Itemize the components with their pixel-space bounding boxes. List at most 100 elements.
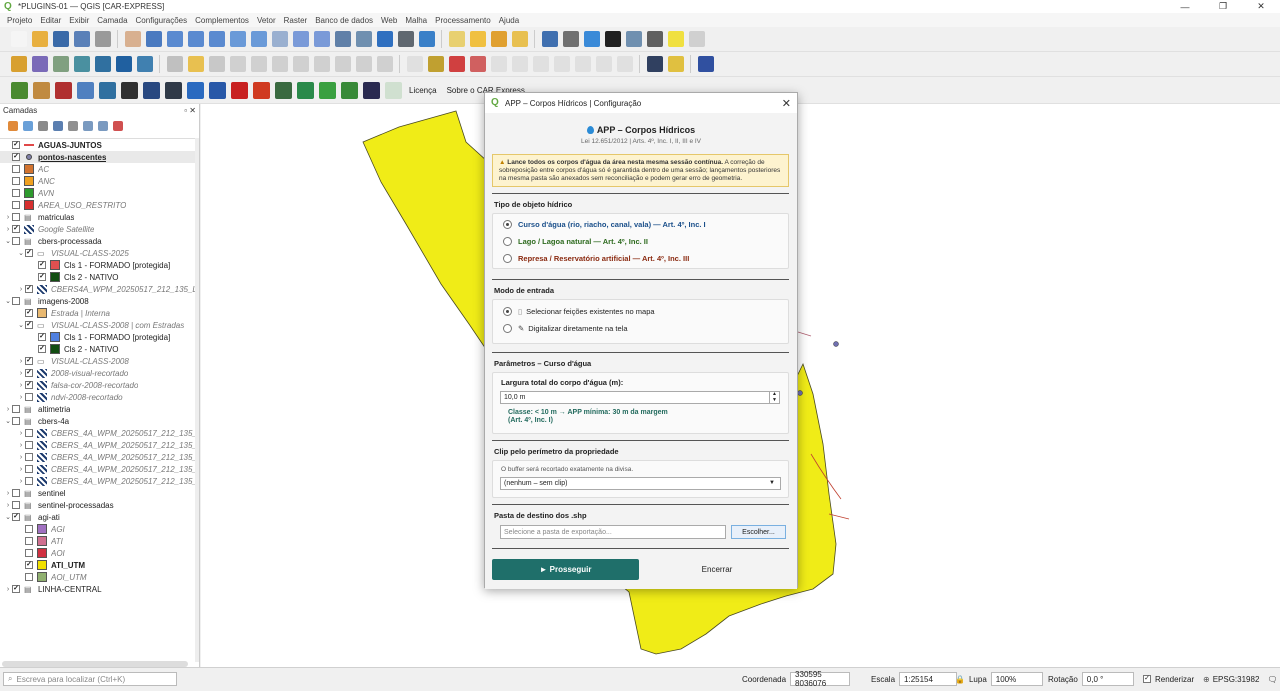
layer-visibility-checkbox[interactable]: [25, 477, 33, 485]
zoom-full-icon[interactable]: [208, 31, 225, 47]
python-icon[interactable]: [667, 56, 684, 72]
layer-row[interactable]: ✓ Cls 2 - NATIVO: [0, 343, 197, 355]
layer-visibility-checkbox[interactable]: [12, 237, 20, 245]
export-folder-input[interactable]: Selecione a pasta de exportação...: [500, 525, 726, 539]
layer-visibility-checkbox[interactable]: ✓: [38, 261, 46, 269]
expand-chevron-icon[interactable]: ⌄: [4, 297, 12, 305]
layer-row[interactable]: › CBERS_4A_WPM_20250517_212_135_L4: [0, 451, 197, 463]
licenca-button[interactable]: Licença: [409, 86, 437, 95]
expand-chevron-icon[interactable]: ›: [17, 430, 25, 437]
zoom-native-icon[interactable]: [271, 31, 288, 47]
radio-selecionar-feicoes[interactable]: ▯ Selecionar feições existentes no mapa: [493, 303, 788, 320]
expand-chevron-icon[interactable]: ›: [17, 370, 25, 377]
layer-visibility-checkbox[interactable]: ✓: [25, 321, 33, 329]
layer-row[interactable]: ANC: [0, 175, 197, 187]
layer-row[interactable]: › ▤ altimetria: [0, 403, 197, 415]
radio-lago-lagoa[interactable]: Lago / Lagoa natural — Art. 4º, Inc. II: [493, 233, 788, 250]
layer-row[interactable]: ✓ AGUAS-JUNTOS: [0, 139, 197, 151]
layer-row[interactable]: AC: [0, 163, 197, 175]
minimize-button[interactable]: —: [1166, 0, 1204, 13]
menu-vetor[interactable]: Vetor: [257, 16, 276, 25]
menu-malha[interactable]: Malha: [405, 16, 427, 25]
deselect-icon[interactable]: [490, 31, 507, 47]
layer-row[interactable]: › ✓ ▭ VISUAL-CLASS-2008: [0, 355, 197, 367]
attribute-table-icon[interactable]: [625, 31, 642, 47]
encerrar-button[interactable]: Encerrar: [661, 559, 773, 580]
zoom-selection-icon[interactable]: [229, 31, 246, 47]
layer-visibility-checkbox[interactable]: [25, 525, 33, 533]
menu-projeto[interactable]: Projeto: [7, 16, 32, 25]
radio-button-selected[interactable]: [503, 220, 512, 229]
select-value-icon[interactable]: [511, 31, 528, 47]
save-edits-icon[interactable]: [208, 56, 225, 72]
open-layout-icon[interactable]: [94, 31, 111, 47]
layer-3-icon[interactable]: [136, 56, 153, 72]
radio-curso-dagua[interactable]: Curso d'água (rio, riacho, canal, vala) …: [493, 216, 788, 233]
layer-row[interactable]: ✓ pontos-nascentes: [0, 151, 197, 163]
layer-row[interactable]: › ✓ ▤ LINHA-CENTRAL: [0, 583, 197, 595]
redo-icon[interactable]: [376, 56, 393, 72]
expand-chevron-icon[interactable]: ›: [17, 478, 25, 485]
layer-row[interactable]: › ✓ Google Satellite: [0, 223, 197, 235]
layer-row[interactable]: › CBERS_4A_WPM_20250517_212_135_L4: [0, 475, 197, 487]
expand-all-icon[interactable]: [82, 121, 93, 131]
radio-represa[interactable]: Represa / Reservatório artificial — Art.…: [493, 250, 788, 267]
lock-icon[interactable]: 🔒: [955, 675, 965, 684]
layer-2-icon[interactable]: [115, 56, 132, 72]
layer-row[interactable]: ✓ Estrada | Interna: [0, 307, 197, 319]
layer-visibility-checkbox[interactable]: [12, 189, 20, 197]
layer-row[interactable]: AREA_USO_RESTRITO: [0, 199, 197, 211]
zoom-last-icon[interactable]: [292, 31, 309, 47]
radio-button[interactable]: [503, 254, 512, 263]
layer-visibility-checkbox[interactable]: ✓: [12, 153, 20, 161]
layer-tree-vscroll[interactable]: [195, 138, 199, 662]
magnifier-spinbox[interactable]: 100%: [990, 672, 1043, 686]
menu-processamento[interactable]: Processamento: [435, 16, 491, 25]
layer-visibility-checkbox[interactable]: [12, 201, 20, 209]
scale-combobox[interactable]: 1:25154: [899, 672, 958, 686]
layer-visibility-checkbox[interactable]: ✓: [25, 357, 33, 365]
cut-icon[interactable]: [292, 56, 309, 72]
layer-visibility-checkbox[interactable]: ✓: [25, 285, 33, 293]
coord-field[interactable]: 330595 8036076: [790, 670, 851, 688]
layer-row[interactable]: ✓ Cls 1 - FORMADO [protegida]: [0, 331, 197, 343]
crs-icon[interactable]: ⊕: [1203, 675, 1210, 684]
layer-row[interactable]: ✓ ATI_UTM: [0, 559, 197, 571]
layer-visibility-checkbox[interactable]: [12, 501, 20, 509]
statistics-icon[interactable]: [604, 31, 621, 47]
close-window-button[interactable]: ✕: [1242, 0, 1280, 13]
car-16-icon[interactable]: [340, 82, 358, 99]
car-5-icon[interactable]: [98, 82, 116, 99]
pencil-icon[interactable]: [166, 56, 183, 72]
panel-close-icon[interactable]: ▫ ✕: [184, 106, 196, 116]
expand-chevron-icon[interactable]: ›: [4, 226, 12, 233]
select-icon[interactable]: [469, 31, 486, 47]
expand-chevron-icon[interactable]: ⌄: [4, 237, 12, 245]
visibility-icon[interactable]: [37, 121, 48, 131]
zoom-out-icon[interactable]: [187, 31, 204, 47]
layer-row[interactable]: ⌄ ▤ imagens-2008: [0, 295, 197, 307]
expand-chevron-icon[interactable]: ›: [17, 394, 25, 401]
layer-visibility-checkbox[interactable]: ✓: [25, 249, 33, 257]
menu-banco-de-dados[interactable]: Banco de dados: [315, 16, 373, 25]
label-10-icon[interactable]: [616, 56, 633, 72]
zoom-next-icon[interactable]: [313, 31, 330, 47]
radio-button[interactable]: [503, 237, 512, 246]
layer-row[interactable]: ⌄ ✓ ▭ VISUAL-CLASS-2025: [0, 247, 197, 259]
layer-row[interactable]: › ✓ CBERS4A_WPM_20250517_212_135_L4: [0, 283, 197, 295]
label-3-icon[interactable]: [469, 56, 486, 72]
expand-chevron-icon[interactable]: ›: [4, 406, 12, 413]
expand-chevron-icon[interactable]: ›: [17, 286, 25, 293]
save-project-icon[interactable]: [52, 31, 69, 47]
layer-row[interactable]: AOI: [0, 547, 197, 559]
layer-row[interactable]: ✓ Cls 2 - NATIVO: [0, 271, 197, 283]
layer-visibility-checkbox[interactable]: ✓: [25, 309, 33, 317]
car-6-icon[interactable]: [120, 82, 138, 99]
layer-visibility-checkbox[interactable]: ✓: [12, 513, 20, 521]
layer-row[interactable]: › CBERS_4A_WPM_20250517_212_135_L4: [0, 427, 197, 439]
layer-row[interactable]: ⌄ ✓ ▤ agi-ati: [0, 511, 197, 523]
delete-icon[interactable]: [271, 56, 288, 72]
expand-chevron-icon[interactable]: ›: [17, 442, 25, 449]
car-11-icon[interactable]: [230, 82, 248, 99]
new-3d-view-icon[interactable]: [355, 31, 372, 47]
